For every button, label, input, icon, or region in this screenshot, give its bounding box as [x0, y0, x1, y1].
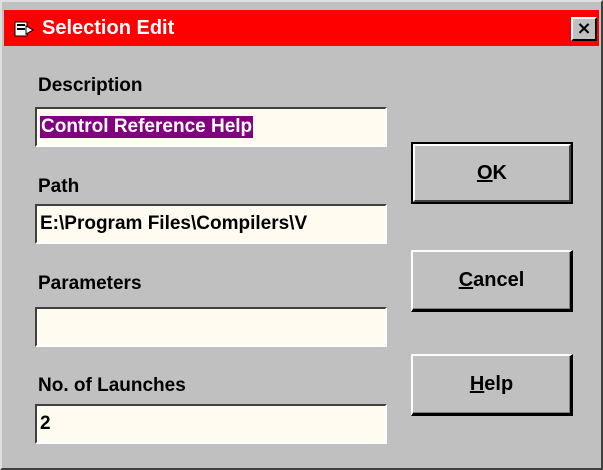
title-bar[interactable]: Selection Edit × — [4, 10, 599, 46]
launches-value: 2 — [40, 413, 51, 434]
close-button[interactable]: × — [571, 17, 597, 41]
description-field[interactable]: Control Reference Help — [35, 107, 387, 147]
help-label-rest: elp — [484, 373, 514, 395]
path-field[interactable]: E:\Program Files\Compilers\V — [35, 204, 387, 244]
cancel-label-rest: ancel — [473, 269, 525, 291]
selection-edit-dialog: Selection Edit × Description Control Ref… — [0, 0, 603, 470]
launches-field[interactable]: 2 — [35, 404, 387, 444]
help-button[interactable]: Help — [411, 354, 573, 416]
dialog-app-icon — [14, 21, 34, 37]
dialog-title: Selection Edit — [42, 17, 175, 39]
launches-label: No. of Launches — [38, 375, 186, 396]
parameters-label: Parameters — [38, 273, 142, 294]
parameters-field[interactable] — [35, 307, 387, 347]
path-value: E:\Program Files\Compilers\V — [40, 213, 308, 234]
ok-button[interactable]: OK — [411, 142, 573, 204]
cancel-mnemonic: C — [458, 269, 474, 291]
path-label: Path — [38, 176, 80, 197]
description-value: Control Reference Help — [40, 116, 254, 138]
cancel-button[interactable]: Cancel — [411, 250, 573, 312]
description-label: Description — [38, 75, 143, 96]
ok-label-rest: K — [492, 162, 507, 184]
help-mnemonic: H — [469, 373, 485, 395]
ok-mnemonic: O — [476, 162, 493, 184]
close-icon: × — [576, 18, 592, 39]
